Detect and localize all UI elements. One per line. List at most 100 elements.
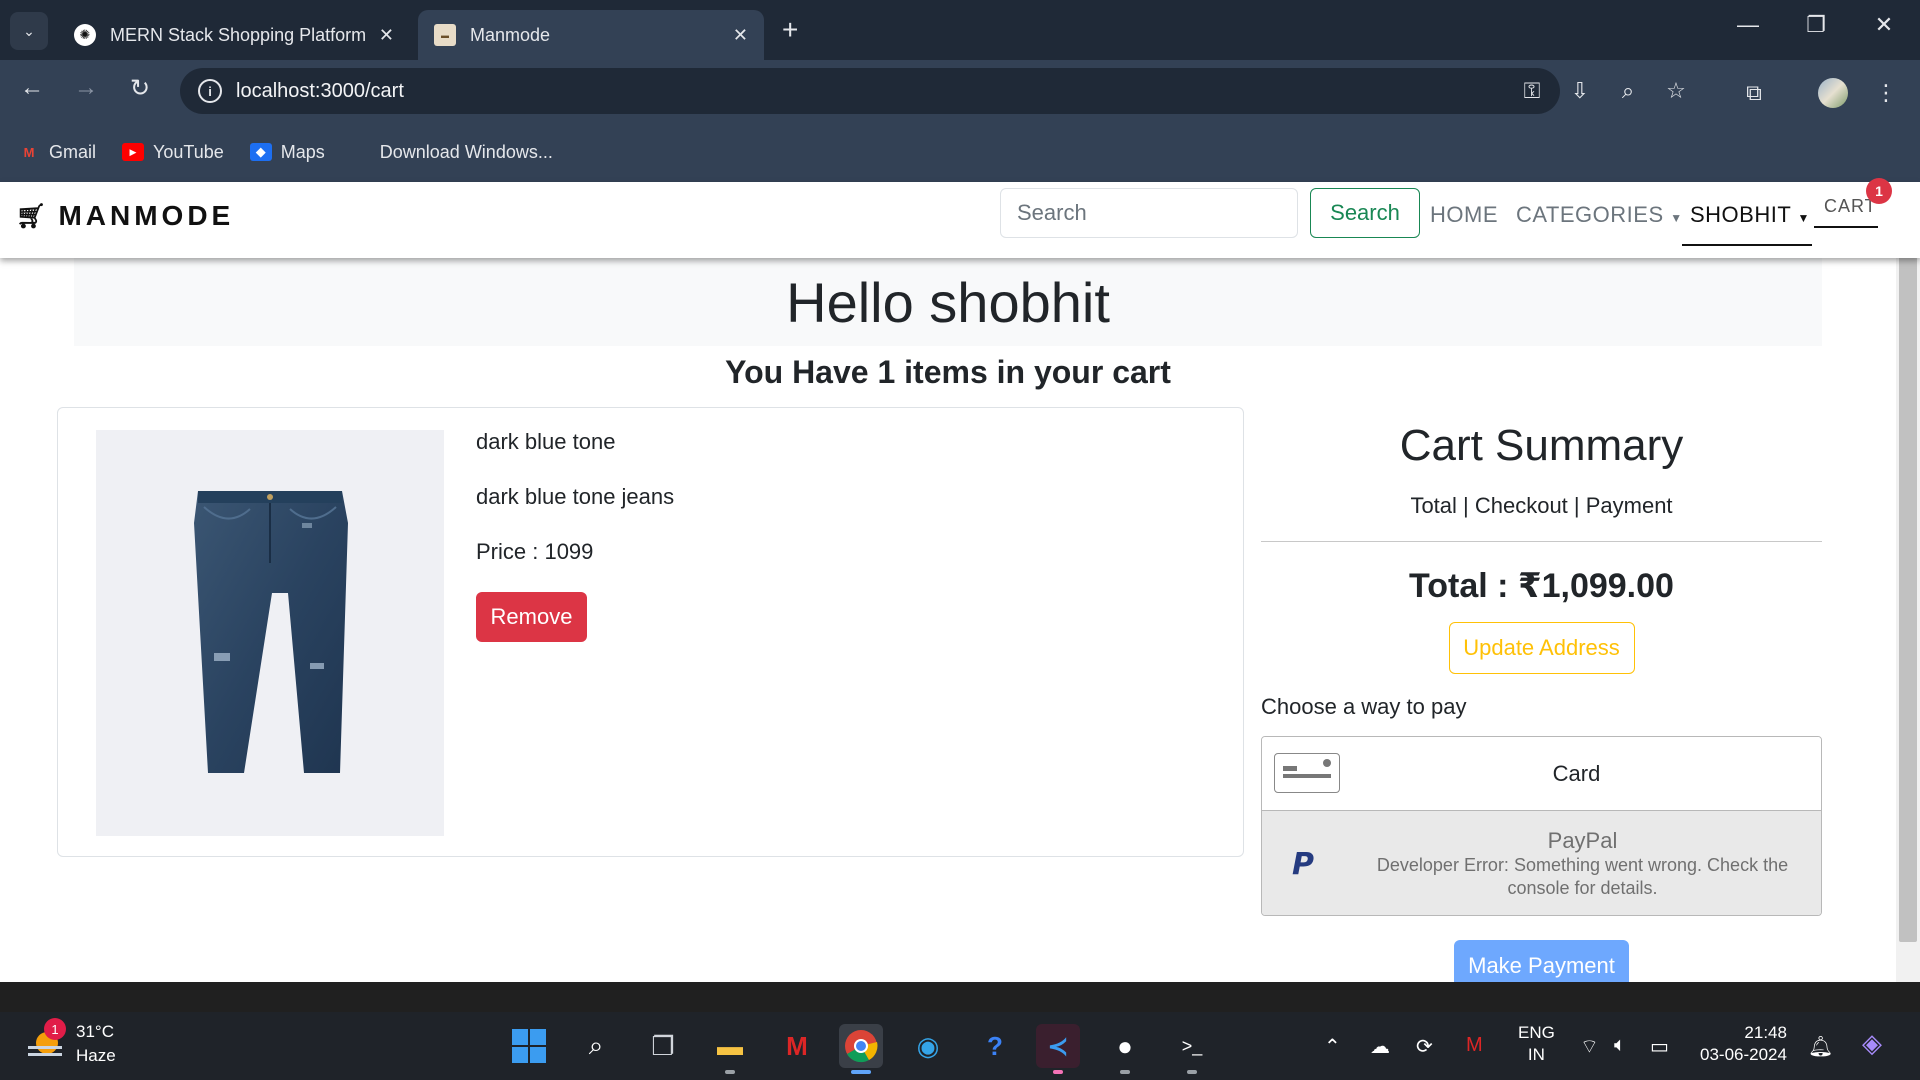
update-address-button[interactable]: Update Address <box>1448 622 1635 674</box>
tab-title: Manmode <box>470 24 551 45</box>
remove-item-button[interactable]: Remove <box>476 592 587 642</box>
tab-close-icon[interactable]: ✕ <box>379 25 394 46</box>
payment-options: Card P PayPal Developer Error: Something… <box>1261 736 1822 916</box>
clock-date: 03-06-2024 <box>1700 1045 1787 1064</box>
bookmark-label: Gmail <box>49 141 97 162</box>
nav-user-dropdown[interactable]: SHOBHIT ▼ <box>1690 202 1810 228</box>
bookmark-download-windows[interactable]: Download Windows... <box>351 142 553 163</box>
payment-option-card[interactable]: Card <box>1262 737 1821 811</box>
forward-icon[interactable]: → <box>68 74 104 102</box>
search-taskbar-icon[interactable]: ⌕ <box>574 1024 618 1068</box>
bookmarks-bar: M Gmail ▶ YouTube ◆ Maps Download Window… <box>0 122 1920 182</box>
install-app-icon[interactable]: ⇩ <box>1564 78 1596 104</box>
battery-icon[interactable]: ▭ <box>1650 1034 1669 1059</box>
cart-items-message: You Have 1 items in your cart <box>725 354 1171 390</box>
weather-description[interactable]: Haze <box>76 1046 116 1066</box>
chrome-icon[interactable] <box>839 1024 883 1074</box>
minimize-icon[interactable]: — <box>1728 12 1768 38</box>
nav-home-link[interactable]: HOME <box>1430 202 1498 228</box>
tab-manmode[interactable]: ▬ Manmode ✕ <box>418 10 764 60</box>
copilot-icon[interactable]: ◈ <box>1862 1028 1882 1059</box>
mcafee-tray-icon[interactable]: M <box>1466 1034 1483 1057</box>
product-price: Price : 1099 <box>476 539 594 564</box>
tab-close-icon[interactable]: ✕ <box>733 25 748 46</box>
back-icon[interactable]: ← <box>14 74 50 102</box>
vscode-icon[interactable]: ≺ <box>1036 1024 1080 1074</box>
paypal-text: PayPal Developer Error: Something went w… <box>1262 828 1821 900</box>
file-explorer-icon[interactable]: ▬ <box>708 1024 752 1074</box>
notification-bell-icon[interactable]: 🔔︎ <box>1808 1034 1833 1059</box>
restore-icon[interactable]: ❐ <box>1796 12 1836 38</box>
url-text: localhost:3000/cart <box>236 79 404 102</box>
greeting-banner: Hello shobhit <box>74 258 1822 346</box>
wifi-icon[interactable]: ⌔ <box>1580 1034 1599 1059</box>
tab-search-button[interactable]: ⌄ <box>10 12 48 50</box>
brand-name: MANMODE <box>58 200 235 231</box>
product-description: dark blue tone jeans <box>476 484 675 509</box>
bookmark-youtube[interactable]: ▶ YouTube <box>122 142 224 163</box>
windows-taskbar: 1 31°C Haze ⌕ ❐ ▬ M ◉ ? ≺ ● >_ ⌃ ☁ ⟳ M E… <box>0 1012 1920 1080</box>
payment-option-paypal[interactable]: P PayPal Developer Error: Something went… <box>1262 811 1821 915</box>
choose-payment-label: Choose a way to pay <box>1261 694 1467 719</box>
cart-count-badge: 1 <box>1866 178 1892 204</box>
language-indicator[interactable]: ENG IN <box>1518 1022 1555 1066</box>
extensions-icon[interactable]: ⧉ <box>1738 80 1770 106</box>
tab-mern-stack[interactable]: ✺ MERN Stack Shopping Platform ✕ <box>58 10 410 60</box>
new-tab-icon[interactable]: + <box>782 14 798 46</box>
volume-icon[interactable]: 🔈︎ <box>1614 1034 1626 1057</box>
zoom-icon[interactable]: ⌕ <box>1612 78 1644 104</box>
clock[interactable]: 21:48 03-06-2024 <box>1700 1022 1787 1066</box>
maps-icon: ◆ <box>249 143 272 161</box>
browser-toolbar: ← → ↻ i localhost:3000/cart ⚿ ⇩ ⌕ ☆ ⧉ ⋮ <box>0 60 1920 122</box>
sync-icon[interactable]: ⟳ <box>1416 1034 1433 1059</box>
bookmark-gmail[interactable]: M Gmail <box>18 142 96 163</box>
close-window-icon[interactable]: ✕ <box>1864 12 1904 38</box>
nav-categories-dropdown[interactable]: CATEGORIES ▼ <box>1516 202 1683 228</box>
chrome-logo <box>845 1030 878 1063</box>
address-bar[interactable]: i localhost:3000/cart <box>180 68 1560 114</box>
show-hidden-icons[interactable]: ⌃ <box>1324 1034 1341 1059</box>
task-view-icon[interactable]: ❐ <box>641 1024 685 1068</box>
bookmark-maps[interactable]: ◆ Maps <box>249 141 325 163</box>
openai-favicon-icon: ✺ <box>74 24 96 46</box>
cart-item-card: dark blue tone dark blue tone jeans Pric… <box>57 407 1244 857</box>
bookmark-label: Maps <box>280 141 325 162</box>
summary-title: Cart Summary <box>1399 421 1684 470</box>
weather-temperature[interactable]: 31°C <box>76 1022 114 1042</box>
edge-icon[interactable]: ◉ <box>906 1024 950 1068</box>
window-bottom-strip <box>0 982 1920 1012</box>
paypal-icon: P <box>1292 847 1314 882</box>
bookmark-label: Download Windows... <box>379 141 553 162</box>
onedrive-icon[interactable]: ☁ <box>1370 1034 1390 1059</box>
site-navbar: 🛒︎ MANMODE Search HOME CATEGORIES ▼ SHOB… <box>0 178 1920 258</box>
github-icon[interactable]: ● <box>1103 1024 1147 1074</box>
brand-logo[interactable]: 🛒︎ MANMODE <box>16 200 234 232</box>
nav-user-underline <box>1682 244 1812 246</box>
bookmark-star-icon[interactable]: ☆ <box>1660 78 1692 104</box>
search-input[interactable] <box>1000 188 1298 238</box>
summary-divider <box>1261 541 1822 542</box>
gmail-icon: M <box>23 144 35 160</box>
start-button[interactable] <box>507 1024 551 1068</box>
site-info-icon[interactable]: i <box>198 79 222 103</box>
caret-down-icon: ▼ <box>1797 211 1810 225</box>
product-name: dark blue tone <box>476 429 616 454</box>
weather-badge: 1 <box>44 1018 66 1040</box>
mcafee-icon[interactable]: M <box>775 1024 819 1068</box>
shopping-cart-icon: 🛒︎ <box>16 202 47 230</box>
menu-kebab-icon[interactable]: ⋮ <box>1870 80 1902 106</box>
page-scrollbar[interactable]: ▲ <box>1896 182 1920 982</box>
paypal-label: PayPal <box>1547 828 1618 853</box>
profile-avatar[interactable] <box>1818 78 1848 108</box>
tab-title: MERN Stack Shopping Platform <box>110 24 367 45</box>
scrollbar-thumb[interactable] <box>1899 212 1917 942</box>
paypal-error-message: Developer Error: Something went wrong. C… <box>1376 855 1789 898</box>
nav-categories-label: CATEGORIES <box>1516 202 1664 227</box>
clock-time: 21:48 <box>1744 1023 1787 1042</box>
search-button[interactable]: Search <box>1310 188 1420 238</box>
get-help-icon[interactable]: ? <box>973 1024 1017 1068</box>
reload-icon[interactable]: ↻ <box>122 74 158 103</box>
terminal-icon[interactable]: >_ <box>1170 1024 1214 1074</box>
make-payment-button[interactable]: Make Payment <box>1454 940 1629 982</box>
password-key-icon[interactable]: ⚿ <box>1516 78 1548 104</box>
